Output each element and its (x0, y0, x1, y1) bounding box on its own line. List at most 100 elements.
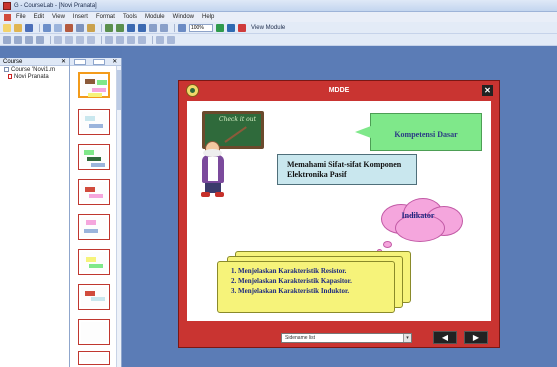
prev-button[interactable]: ◀ (433, 331, 457, 344)
slide-select-value: Sidename list (285, 335, 316, 341)
align-left-icon[interactable] (3, 35, 11, 44)
same-width-icon[interactable] (76, 35, 84, 44)
window-titlebar: G - CourseLab - [Novi Pranata] (0, 0, 557, 12)
tree-item-course[interactable]: Course 'Novi1.m (0, 66, 69, 73)
close-icon[interactable]: ✕ (61, 58, 66, 65)
indicator-list: 1. Menjelaskan Karakteristik Resistor. 2… (231, 266, 352, 296)
slide-thumbnail[interactable] (78, 249, 110, 275)
competence-text-box: Memahami Sifat-sifat Komponen Elektronik… (277, 154, 417, 185)
expand-icon[interactable] (4, 67, 9, 72)
grid-icon[interactable] (160, 23, 168, 32)
course-panel-header: Course ✕ (0, 58, 69, 66)
list-item: 2. Menjelaskan Karakteristik Kapasitor. (231, 277, 352, 285)
slide-thumbnail[interactable] (78, 319, 110, 345)
align-right-icon[interactable] (25, 35, 33, 44)
list-item: 3. Menjelaskan Karakteristik Induktor. (231, 287, 350, 295)
distribute-h-icon[interactable] (54, 35, 62, 44)
thumbnails-scrollbar[interactable] (116, 66, 121, 367)
cut-icon[interactable] (65, 23, 73, 32)
thumbnails-header: ✕ (70, 58, 121, 66)
open-icon[interactable] (14, 23, 22, 32)
same-height-icon[interactable] (87, 35, 95, 44)
cloud-bubble (383, 241, 392, 248)
ungroup-icon[interactable] (138, 35, 146, 44)
save-icon[interactable] (25, 23, 33, 32)
group-icon[interactable] (127, 35, 135, 44)
align-center-icon[interactable] (14, 35, 22, 44)
app-menu-icon[interactable] (4, 13, 11, 21)
tab-slides[interactable] (73, 58, 86, 65)
indikator-cloud[interactable]: Indikator (371, 196, 465, 244)
slide-title: MDDE (328, 86, 350, 94)
menu-view[interactable]: View (52, 14, 65, 20)
logo-icon (186, 84, 199, 97)
menu-help[interactable]: Help (202, 14, 214, 20)
slide-select[interactable]: Sidename list ▾ (281, 333, 412, 343)
tree-item-label: Course 'Novi1.m (11, 66, 56, 73)
tree-item-label: Novi Pranata (14, 73, 49, 80)
menu-window[interactable]: Window (173, 14, 194, 20)
menu-bar: File Edit View Insert Format Tools Modul… (0, 12, 557, 22)
menu-edit[interactable]: Edit (34, 14, 44, 20)
kompetensi-dasar-callout[interactable]: Kompetensi Dasar (355, 113, 482, 151)
menu-file[interactable]: File (16, 14, 26, 20)
separator (152, 35, 153, 44)
redo-icon[interactable] (116, 23, 124, 32)
close-button[interactable]: ✕ (482, 85, 493, 96)
next-button[interactable]: ▶ (464, 331, 488, 344)
undo-icon[interactable] (105, 23, 113, 32)
send-back-icon[interactable] (116, 35, 124, 44)
lock-icon[interactable] (156, 35, 164, 44)
slide-canvas: Check it out Kompetensi Dasar Memahami S… (187, 101, 491, 321)
slide-thumbnail[interactable] (78, 72, 110, 98)
separator (101, 23, 102, 32)
course-panel-title: Course (3, 58, 23, 65)
slide-thumbnail[interactable] (78, 284, 110, 310)
format-toolbar (0, 34, 557, 46)
slide-thumbnail[interactable] (78, 144, 110, 170)
slide-thumbnail[interactable] (78, 179, 110, 205)
menu-tools[interactable]: Tools (123, 14, 137, 20)
new-icon[interactable] (3, 23, 11, 32)
slide-frame: MDDE ✕ Check it out Kompetensi Dasar Mem… (178, 80, 500, 348)
menu-insert[interactable]: Insert (73, 14, 88, 20)
slide-thumbnails-panel: ✕ (70, 58, 122, 367)
frame-icon[interactable] (138, 23, 146, 32)
properties-icon[interactable] (167, 35, 175, 44)
view-module-icon[interactable] (238, 23, 246, 32)
align-top-icon[interactable] (36, 35, 44, 44)
slide-footer: Sidename list ▾ ◀ ▶ (179, 326, 499, 348)
preview-icon[interactable] (54, 23, 62, 32)
tab-objects[interactable] (92, 58, 105, 65)
zoom-icon[interactable] (178, 23, 186, 32)
indikator-label: Indikator (401, 211, 435, 220)
tree-item-module[interactable]: Novi Pranata (0, 73, 69, 80)
separator (101, 35, 102, 44)
close-icon[interactable]: ✕ (112, 58, 117, 65)
course-panel: Course ✕ Course 'Novi1.m Novi Pranata (0, 58, 70, 367)
distribute-v-icon[interactable] (65, 35, 73, 44)
run-icon[interactable] (216, 23, 224, 32)
slide-icon[interactable] (127, 23, 135, 32)
chevron-down-icon[interactable]: ▾ (403, 334, 411, 342)
object-icon[interactable] (149, 23, 157, 32)
paste-icon[interactable] (87, 23, 95, 32)
slide-thumbnail[interactable] (78, 351, 110, 365)
slide-titlebar: MDDE ✕ (179, 81, 499, 99)
professor-image (198, 141, 228, 199)
separator (39, 23, 40, 32)
app-icon (3, 1, 11, 10)
bring-front-icon[interactable] (105, 35, 113, 44)
standard-toolbar: 100% View Module (0, 22, 557, 34)
print-icon[interactable] (43, 23, 51, 32)
view-module-button[interactable]: View Module (251, 25, 285, 31)
menu-module[interactable]: Module (145, 14, 165, 20)
menu-format[interactable]: Format (96, 14, 115, 20)
zoom-select[interactable]: 100% (189, 23, 213, 32)
slide-thumbnail[interactable] (78, 109, 110, 135)
scrollbar-thumb[interactable] (117, 70, 121, 110)
slide-thumbnail[interactable] (78, 214, 110, 240)
copy-icon[interactable] (76, 23, 84, 32)
indicator-list-scroll: 1. Menjelaskan Karakteristik Resistor. 2… (217, 251, 412, 313)
publish-icon[interactable] (227, 23, 235, 32)
